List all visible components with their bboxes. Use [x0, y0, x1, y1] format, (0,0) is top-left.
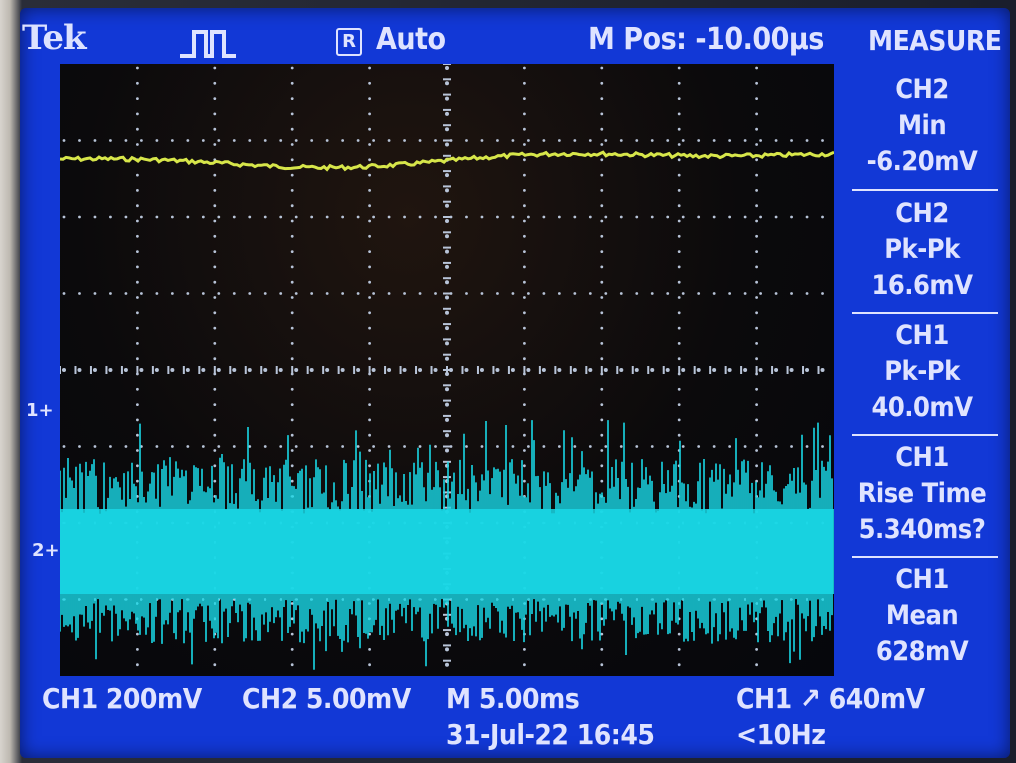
time-scale-readout: M 5.00ms [446, 682, 580, 715]
measure-type: Pk-Pk [884, 356, 960, 387]
trigger-frequency-readout: <10Hz [736, 718, 826, 751]
status-bar: CH1 200mV CH2 5.00mV M 5.00ms 31-Jul-22 … [20, 676, 1010, 758]
measure-channel: CH1 [895, 442, 949, 473]
measure-channel: CH1 [895, 320, 949, 351]
ch2-ground-marker: 2+ [32, 540, 60, 561]
measure-value: -6.20mV [866, 146, 978, 177]
measure-channel: CH1 [895, 564, 949, 595]
measure-type: Mean [885, 600, 959, 631]
ch1-waveform [60, 420, 834, 670]
measure-slot-4[interactable]: CH1 Rise Time 5.340ms? [842, 440, 1002, 548]
ch1-scale-readout: CH1 200mV [42, 682, 202, 715]
measure-channel: CH2 [895, 74, 949, 105]
measure-value: 40.0mV [871, 392, 973, 423]
acquire-run-icon [180, 30, 236, 58]
measure-type: Min [897, 110, 947, 141]
measure-slot-3[interactable]: CH1 Pk-Pk 40.0mV [842, 318, 1002, 426]
waveform-display [60, 64, 834, 676]
measure-value: 5.340ms? [858, 514, 986, 545]
measure-type: Rise Time [857, 478, 987, 509]
menu-divider [852, 189, 998, 191]
brand-logo: Tek [22, 18, 87, 58]
ch1-ground-marker: 1+ [26, 400, 54, 421]
waveform-traces [60, 150, 834, 670]
trigger-state-indicator: R [336, 28, 362, 56]
measure-value: 628mV [875, 636, 969, 667]
menu-divider [852, 434, 998, 436]
ch2-scale-readout: CH2 5.00mV [242, 682, 411, 715]
menu-divider [852, 556, 998, 558]
measure-value: 16.6mV [871, 270, 973, 301]
main-position-readout: M Pos: -10.00µs [588, 22, 824, 57]
menu-title: MEASURE [868, 24, 1002, 57]
date-time-readout: 31-Jul-22 16:45 [446, 718, 655, 751]
oscilloscope-screen: Tek R Auto M Pos: -10.00µs MEASURE 1+ 2+… [20, 8, 1010, 758]
menu-divider [852, 312, 998, 314]
ch2-waveform [60, 150, 834, 172]
trigger-mode: Auto [376, 22, 446, 57]
measure-channel: CH2 [895, 198, 949, 229]
measure-slot-1[interactable]: CH2 Min -6.20mV [842, 72, 1002, 180]
trigger-level-readout: CH1 ↗ 640mV [736, 682, 925, 715]
measure-type: Pk-Pk [884, 234, 960, 265]
measure-slot-5[interactable]: CH1 Mean 628mV [842, 562, 1002, 670]
measure-slot-2[interactable]: CH2 Pk-Pk 16.6mV [842, 196, 1002, 304]
